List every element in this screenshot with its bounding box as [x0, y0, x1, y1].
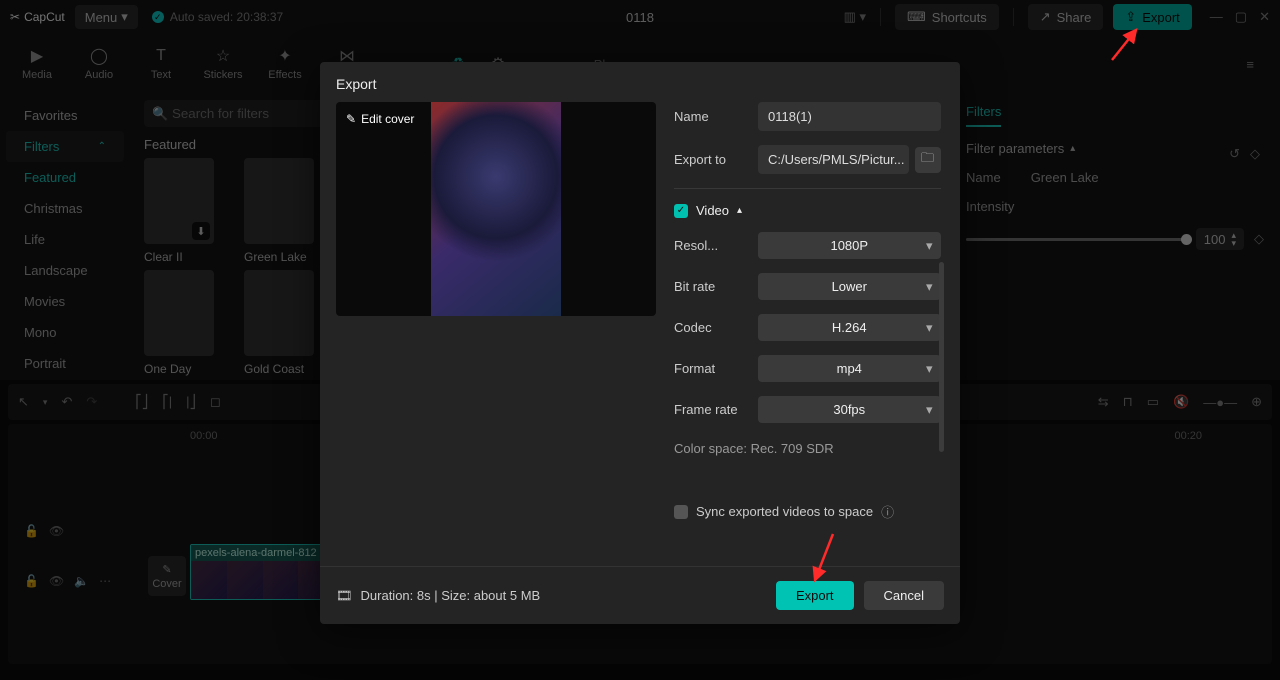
format-value: mp4	[837, 361, 862, 376]
framerate-label: Frame rate	[674, 402, 758, 417]
framerate-select[interactable]: 30fps ▾	[758, 396, 941, 423]
exportto-value: C:/Users/PMLS/Pictur...	[768, 152, 905, 167]
chevron-up-icon: ▴	[737, 205, 742, 216]
codec-value: H.264	[832, 320, 867, 335]
exportto-input[interactable]: C:/Users/PMLS/Pictur...	[758, 145, 909, 174]
resolution-label: Resol...	[674, 238, 758, 253]
edit-cover-button[interactable]: ✎ Edit cover	[346, 112, 414, 126]
exportto-label: Export to	[674, 152, 758, 167]
pencil-icon: ✎	[346, 112, 356, 126]
bitrate-label: Bit rate	[674, 279, 758, 294]
edit-cover-label: Edit cover	[361, 112, 414, 126]
duration-text: Duration: 8s | Size: about 5 MB	[361, 588, 541, 603]
export-dialog: Export ✎ Edit cover Name 0118(1) Export …	[320, 62, 960, 624]
name-value: 0118(1)	[768, 109, 812, 124]
framerate-value: 30fps	[833, 402, 865, 417]
codec-label: Codec	[674, 320, 758, 335]
folder-icon[interactable]: 🗀	[915, 147, 941, 173]
film-icon: 🎞	[336, 588, 353, 604]
sync-label: Sync exported videos to space	[696, 504, 873, 519]
resolution-select[interactable]: 1080P ▾	[758, 232, 941, 259]
dialog-title: Export	[320, 62, 960, 102]
checkbox-icon[interactable]: ✓	[674, 204, 688, 218]
cover-preview: ✎ Edit cover	[336, 102, 656, 316]
cancel-button[interactable]: Cancel	[864, 581, 944, 610]
info-icon[interactable]: ⓘ	[881, 502, 894, 521]
export-confirm-button[interactable]: Export	[776, 581, 854, 610]
chevron-down-icon: ▾	[926, 279, 933, 295]
modal-scrollbar[interactable]	[939, 262, 944, 452]
format-label: Format	[674, 361, 758, 376]
sync-checkbox[interactable]	[674, 505, 688, 519]
format-select[interactable]: mp4 ▾	[758, 355, 941, 382]
video-section-label: Video	[696, 203, 729, 218]
resolution-value: 1080P	[830, 238, 868, 253]
bitrate-value: Lower	[832, 279, 867, 294]
codec-select[interactable]: H.264 ▾	[758, 314, 941, 341]
chevron-down-icon: ▾	[926, 320, 933, 336]
name-label: Name	[674, 109, 758, 124]
chevron-down-icon: ▾	[926, 402, 933, 418]
video-section-header[interactable]: ✓ Video ▴	[674, 203, 941, 218]
name-input[interactable]: 0118(1)	[758, 102, 941, 131]
chevron-down-icon: ▾	[926, 238, 933, 254]
separator	[674, 188, 941, 189]
chevron-down-icon: ▾	[926, 361, 933, 377]
cover-image	[431, 102, 561, 316]
colorspace-text: Color space: Rec. 709 SDR	[674, 441, 941, 456]
bitrate-select[interactable]: Lower ▾	[758, 273, 941, 300]
